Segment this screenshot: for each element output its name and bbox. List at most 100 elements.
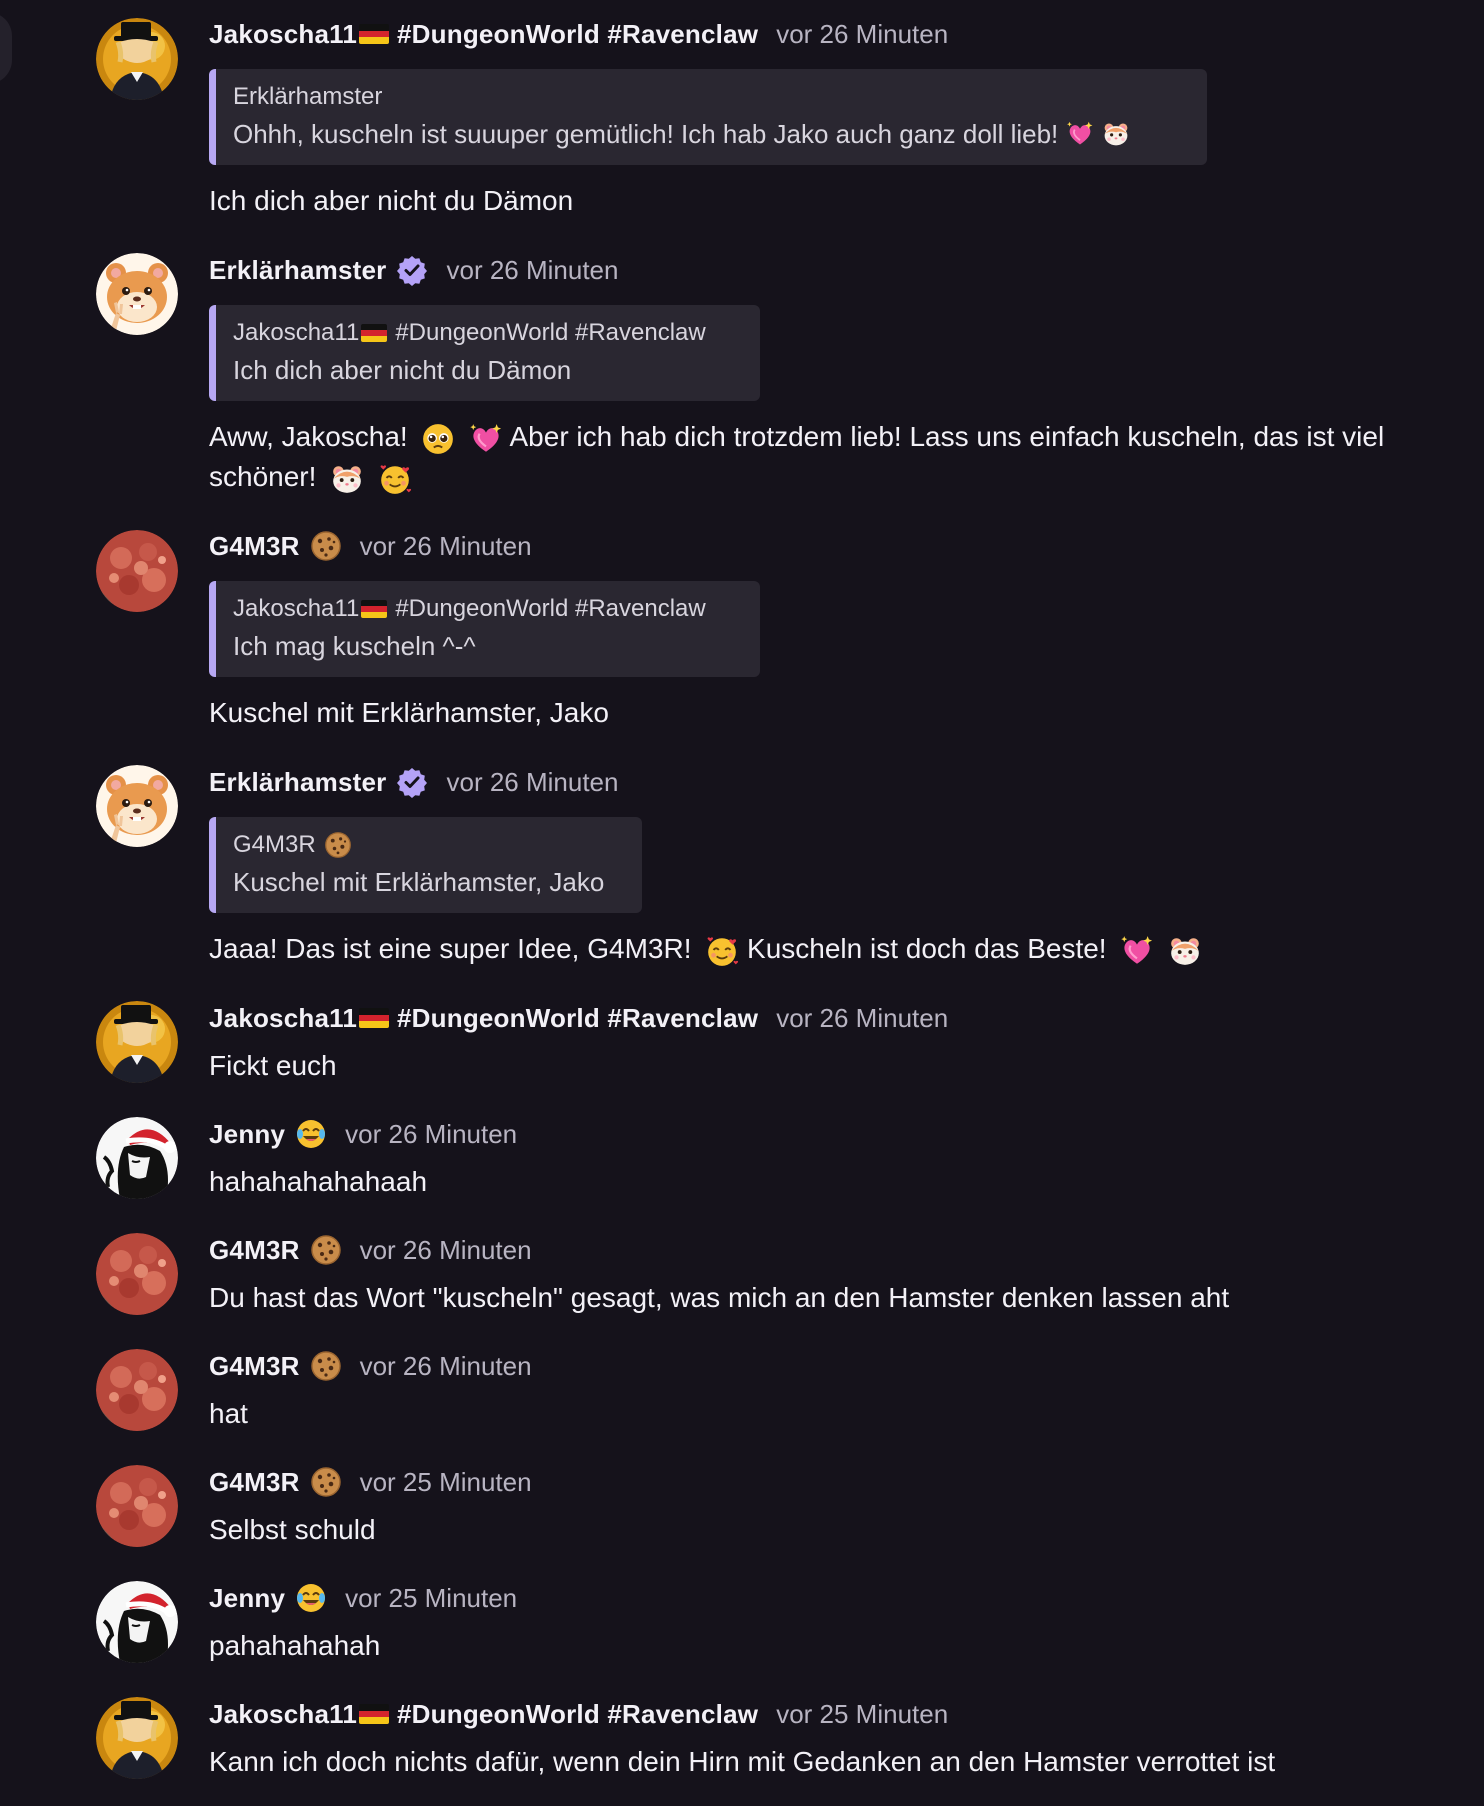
avatar[interactable]: [96, 1233, 178, 1315]
de-flag-icon: [359, 24, 390, 44]
quote-text: Ich dich aber nicht du Dämon: [233, 355, 572, 385]
author-name[interactable]: Jakoscha11: [209, 1003, 357, 1034]
avatar[interactable]: [96, 1697, 178, 1779]
avatar[interactable]: [96, 530, 178, 612]
reply-quote[interactable]: Jakoscha11 #DungeonWorld #Ravenclaw Ich …: [209, 581, 760, 677]
message-text-content: Fickt euch: [209, 1050, 337, 1081]
quote-author-name: G4M3R: [233, 831, 316, 858]
quote-author: Jakoscha11 #DungeonWorld #Ravenclaw: [233, 315, 736, 351]
message-text-content: Du hast das Wort "kuscheln" gesagt, was …: [209, 1282, 1230, 1313]
author-name[interactable]: Erklärhamster: [209, 767, 386, 798]
message-text: Kann ich doch nichts dafür, wenn dein Hi…: [209, 1742, 1428, 1782]
author-name[interactable]: G4M3R: [209, 531, 300, 562]
message-text-part: Kuscheln ist doch das Beste!: [747, 933, 1107, 964]
message-text-content: Selbst schuld: [209, 1514, 376, 1545]
author-name[interactable]: Jenny: [209, 1583, 285, 1614]
avatar[interactable]: [96, 1349, 178, 1431]
author-name[interactable]: G4M3R: [209, 1351, 300, 1382]
message-text-content: hahahahahahaah: [209, 1166, 428, 1197]
reply-quote[interactable]: Erklärhamster Ohhh, kuscheln ist suuuper…: [209, 69, 1207, 165]
cookie-icon: [310, 530, 342, 562]
author-tags[interactable]: #DungeonWorld #Ravenclaw: [397, 1699, 758, 1730]
hamster-icon: [330, 462, 364, 496]
message-text: Kuschel mit Erklärhamster, Jako: [209, 693, 1428, 733]
timestamp: vor 26 Minuten: [359, 530, 532, 561]
message-text: pahahahahah: [209, 1626, 1428, 1666]
quote-text: Kuschel mit Erklärhamster, Jako: [233, 867, 605, 897]
verified-badge-icon: [396, 254, 428, 286]
timestamp: vor 26 Minuten: [446, 254, 619, 285]
message-header: G4M3R vor 26 Minuten: [209, 526, 532, 566]
timestamp: vor 25 Minuten: [776, 1698, 949, 1729]
message-header: G4M3R vor 26 Minuten: [209, 1346, 532, 1386]
reply-quote[interactable]: G4M3R Kuschel mit Erklärhamster, Jako: [209, 817, 642, 913]
avatar[interactable]: [96, 1001, 178, 1083]
de-flag-icon: [359, 1704, 390, 1724]
avatar[interactable]: [96, 1465, 178, 1547]
message-text: Jaaa! Das ist eine super Idee, G4M3R! Ku…: [209, 929, 1428, 969]
message-header: G4M3R vor 26 Minuten: [209, 1230, 532, 1270]
message-header: Erklärhamster vor 26 Minuten: [209, 762, 618, 802]
hamster-icon: [1102, 120, 1130, 148]
message-header: Jenny vor 26 Minuten: [209, 1114, 517, 1154]
author-name[interactable]: Jakoscha11: [209, 19, 357, 50]
sparkling-heart-icon: [469, 422, 503, 456]
left-edge-scroll-handle: [0, 12, 12, 84]
quote-text: Ohhh, kuscheln ist suuuper gemütlich! Ic…: [233, 115, 1183, 153]
laughing-tears-icon: [295, 1118, 327, 1150]
quote-text: Ich mag kuscheln ^-^: [233, 631, 476, 661]
timestamp: vor 26 Minuten: [359, 1350, 532, 1381]
sparkling-heart-icon: [1120, 934, 1154, 968]
quote-author-tags: #DungeonWorld #Ravenclaw: [395, 319, 706, 346]
quote-author: Erklärhamster: [233, 83, 383, 110]
author-name[interactable]: G4M3R: [209, 1235, 300, 1266]
author-name[interactable]: Erklärhamster: [209, 255, 386, 286]
message-text: hahahahahahaah: [209, 1162, 1428, 1202]
timestamp: vor 26 Minuten: [446, 766, 619, 797]
message-header: Jakoscha11 #DungeonWorld #Ravenclaw vor …: [209, 1694, 948, 1734]
quote-author: Jakoscha11 #DungeonWorld #Ravenclaw: [233, 591, 736, 627]
message-header: Erklärhamster vor 26 Minuten: [209, 250, 618, 290]
message-text-content: Ich dich aber nicht du Dämon: [209, 185, 574, 216]
verified-badge-icon: [396, 766, 428, 798]
reply-quote[interactable]: Jakoscha11 #DungeonWorld #Ravenclaw Ich …: [209, 305, 760, 401]
timestamp: vor 26 Minuten: [776, 1002, 949, 1033]
author-name[interactable]: Jenny: [209, 1119, 285, 1150]
cookie-icon: [310, 1234, 342, 1266]
author-name[interactable]: G4M3R: [209, 1467, 300, 1498]
message-text: Aww, Jakoscha! Aber ich hab dich trotzde…: [209, 417, 1428, 497]
sparkling-heart-icon: [1066, 120, 1094, 148]
message-text: Fickt euch: [209, 1046, 1428, 1086]
message-text-content: Kann ich doch nichts dafür, wenn dein Hi…: [209, 1746, 1276, 1777]
quote-author-name: Jakoscha11: [233, 595, 360, 622]
cookie-icon: [310, 1466, 342, 1498]
avatar[interactable]: [96, 18, 178, 100]
de-flag-icon: [359, 1008, 390, 1028]
message-header: Jakoscha11 #DungeonWorld #Ravenclaw vor …: [209, 998, 948, 1038]
message-text-part: Jaaa! Das ist eine super Idee, G4M3R!: [209, 933, 692, 964]
smiling-face-with-hearts-icon: [705, 934, 739, 968]
laughing-tears-icon: [295, 1582, 327, 1614]
message-text-part: Aww, Jakoscha!: [209, 421, 408, 452]
quote-author-tags: #DungeonWorld #Ravenclaw: [395, 595, 706, 622]
hamster-icon: [1168, 934, 1202, 968]
avatar[interactable]: [96, 1581, 178, 1663]
avatar[interactable]: [96, 765, 178, 847]
author-name[interactable]: Jakoscha11: [209, 1699, 357, 1730]
cookie-icon: [324, 831, 352, 859]
author-tags[interactable]: #DungeonWorld #Ravenclaw: [397, 1003, 758, 1034]
timestamp: vor 26 Minuten: [345, 1118, 518, 1149]
pleading-face-icon: [421, 422, 455, 456]
quote-author: G4M3R: [233, 827, 618, 863]
timestamp: vor 26 Minuten: [776, 18, 949, 49]
avatar[interactable]: [96, 1117, 178, 1199]
timestamp: vor 25 Minuten: [345, 1582, 518, 1613]
message-text-content: hat: [209, 1398, 248, 1429]
author-tags[interactable]: #DungeonWorld #Ravenclaw: [397, 19, 758, 50]
de-flag-icon: [361, 324, 388, 342]
smiling-face-with-hearts-icon: [378, 462, 412, 496]
quote-text-content: Ohhh, kuscheln ist suuuper gemütlich! Ic…: [233, 119, 1059, 149]
avatar[interactable]: [96, 253, 178, 335]
timestamp: vor 25 Minuten: [359, 1466, 532, 1497]
message-text-content: pahahahahah: [209, 1630, 381, 1661]
